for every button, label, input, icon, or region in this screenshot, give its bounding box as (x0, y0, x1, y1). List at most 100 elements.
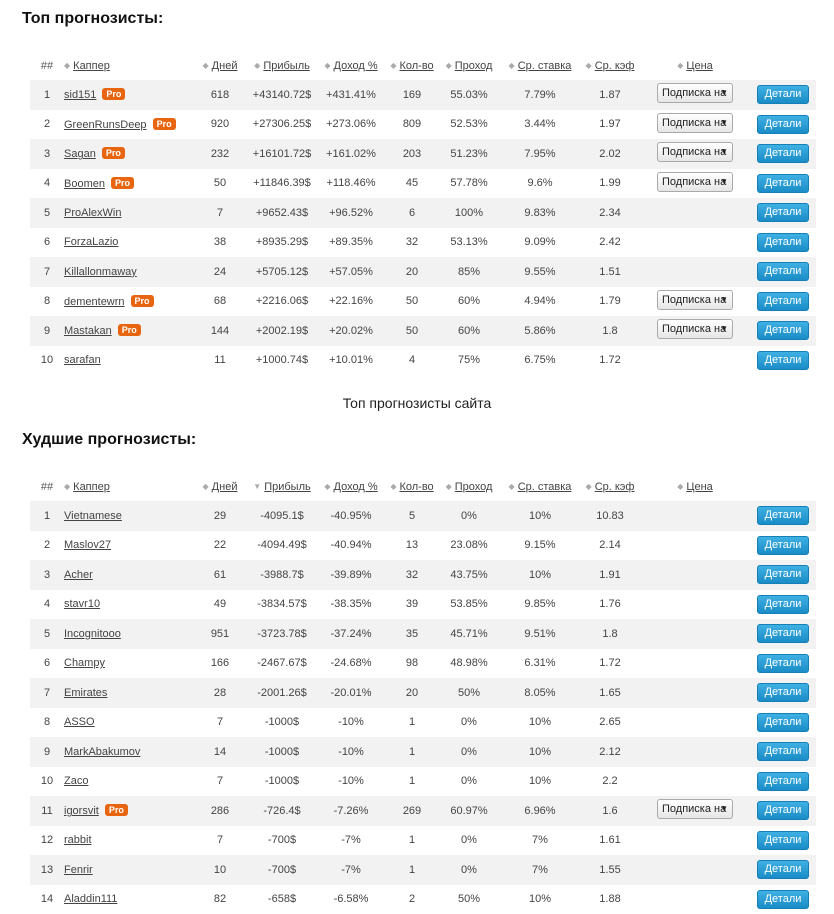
subscription-select[interactable]: Подписка на▼ (657, 113, 733, 133)
tipster-link[interactable]: MarkAbakumov (64, 746, 140, 758)
tipster-link[interactable]: ProAlexWin (64, 207, 121, 219)
tipster-link[interactable]: GreenRunsDeep (64, 119, 147, 131)
col-header-count[interactable]: ◆Кол-во (386, 52, 438, 80)
tipster-link[interactable]: ASSO (64, 716, 95, 728)
tipster-link[interactable]: Acher (64, 569, 93, 581)
details-button[interactable]: Детали (757, 233, 809, 252)
details-button[interactable]: Детали (757, 536, 809, 555)
sort-icon: ◆ (390, 61, 396, 70)
tipster-link[interactable]: dementewrn (64, 296, 125, 308)
tipster-link[interactable]: Boomen (64, 178, 105, 190)
col-header-num[interactable]: ## (30, 473, 64, 501)
col-header-avg-odds[interactable]: ◆Ср. кэф (580, 52, 640, 80)
details-button[interactable]: Детали (757, 713, 809, 732)
col-header-pass[interactable]: ◆Проход (438, 473, 500, 501)
col-header-profit[interactable]: ◆Прибыль (248, 52, 316, 80)
top-tipsters-table: ## ◆Каппер ◆Дней ◆Прибыль ◆Доход % ◆Кол-… (30, 52, 816, 375)
rank-number: 11 (30, 796, 64, 826)
rank-number: 5 (30, 198, 64, 228)
price-cell (640, 737, 750, 767)
col-header-price[interactable]: ◆Цена (640, 52, 750, 80)
details-button[interactable]: Детали (757, 772, 809, 791)
details-button[interactable]: Детали (757, 115, 809, 134)
income-cell: +96.52% (316, 198, 386, 228)
details-button[interactable]: Детали (757, 831, 809, 850)
tipster-link[interactable]: Emirates (64, 687, 107, 699)
col-header-income[interactable]: ◆Доход % (316, 52, 386, 80)
details-button[interactable]: Детали (757, 890, 809, 909)
tipster-link[interactable]: sarafan (64, 354, 101, 366)
subscription-select[interactable]: Подписка на▼ (657, 799, 733, 819)
table-row: 7Emirates28-2001.26$-20.01%2050%8.05%1.6… (30, 678, 816, 708)
col-header-profit[interactable]: ▼Прибыль (248, 473, 316, 501)
avg-odds-cell: 1.99 (580, 169, 640, 199)
col-header-count[interactable]: ◆Кол-во (386, 473, 438, 501)
col-header-pass[interactable]: ◆Проход (438, 52, 500, 80)
profit-cell: -1000$ (248, 737, 316, 767)
subscription-select[interactable]: Подписка на▼ (657, 142, 733, 162)
col-header-days[interactable]: ◆Дней (192, 473, 248, 501)
col-header-days[interactable]: ◆Дней (192, 52, 248, 80)
details-button[interactable]: Детали (757, 565, 809, 584)
count-cell: 5 (386, 501, 438, 531)
col-header-avg-stake[interactable]: ◆Ср. ставка (500, 52, 580, 80)
tipster-link[interactable]: Incognitooo (64, 628, 121, 640)
details-button[interactable]: Детали (757, 624, 809, 643)
details-button[interactable]: Детали (757, 85, 809, 104)
days-cell: 166 (192, 649, 248, 679)
subscription-select[interactable]: Подписка на▼ (657, 172, 733, 192)
table-row: 4stavr1049-3834.57$-38.35%3953.85%9.85%1… (30, 590, 816, 620)
details-button[interactable]: Детали (757, 860, 809, 879)
tipster-link[interactable]: Sagan (64, 148, 96, 160)
subscription-select[interactable]: Подписка на▼ (657, 290, 733, 310)
tipster-link[interactable]: sid151 (64, 89, 96, 101)
details-button[interactable]: Детали (757, 174, 809, 193)
details-button[interactable]: Детали (757, 742, 809, 761)
details-button[interactable]: Детали (757, 262, 809, 281)
col-header-avg-odds[interactable]: ◆Ср. кэф (580, 473, 640, 501)
tipster-link[interactable]: igorsvit (64, 805, 99, 817)
rank-number: 1 (30, 501, 64, 531)
days-cell: 7 (192, 826, 248, 856)
count-cell: 45 (386, 169, 438, 199)
details-button[interactable]: Детали (757, 203, 809, 222)
tipster-link[interactable]: Killallonmaway (64, 266, 137, 278)
details-cell: Детали (750, 531, 816, 561)
tipster-cell: ASSO (64, 708, 192, 738)
table-row: 9MastakanPro144+2002.19$+20.02%5060%5.86… (30, 316, 816, 346)
pass-cell: 45.71% (438, 619, 500, 649)
details-button[interactable]: Детали (757, 144, 809, 163)
subscription-select[interactable]: Подписка на▼ (657, 319, 733, 339)
tipster-cell: Zaco (64, 767, 192, 797)
tipster-link[interactable]: rabbit (64, 834, 92, 846)
details-button[interactable]: Детали (757, 292, 809, 311)
tipster-link[interactable]: Vietnamese (64, 510, 122, 522)
tipster-link[interactable]: Fenrir (64, 864, 93, 876)
col-header-num[interactable]: ## (30, 52, 64, 80)
details-button[interactable]: Детали (757, 506, 809, 525)
tipster-link[interactable]: Zaco (64, 775, 88, 787)
subscription-select-value: Подписка на (662, 803, 726, 815)
price-cell (640, 767, 750, 797)
details-button[interactable]: Детали (757, 801, 809, 820)
details-button[interactable]: Детали (757, 683, 809, 702)
col-header-avg-stake[interactable]: ◆Ср. ставка (500, 473, 580, 501)
details-button[interactable]: Детали (757, 654, 809, 673)
details-button[interactable]: Детали (757, 595, 809, 614)
details-button[interactable]: Детали (757, 351, 809, 370)
rank-number: 6 (30, 649, 64, 679)
col-header-price[interactable]: ◆Цена (640, 473, 750, 501)
count-cell: 50 (386, 287, 438, 317)
col-header-tipster[interactable]: ◆Каппер (64, 473, 192, 501)
col-header-tipster[interactable]: ◆Каппер (64, 52, 192, 80)
tipster-link[interactable]: Maslov27 (64, 539, 111, 551)
subscription-select[interactable]: Подписка на▼ (657, 83, 733, 103)
tipster-link[interactable]: Mastakan (64, 325, 112, 337)
details-button[interactable]: Детали (757, 321, 809, 340)
tipster-link[interactable]: Champy (64, 657, 105, 669)
tipster-link[interactable]: Aladdin111 (64, 893, 117, 905)
col-header-actions (750, 473, 816, 501)
tipster-link[interactable]: stavr10 (64, 598, 100, 610)
tipster-link[interactable]: ForzaLazio (64, 236, 118, 248)
col-header-income[interactable]: ◆Доход % (316, 473, 386, 501)
